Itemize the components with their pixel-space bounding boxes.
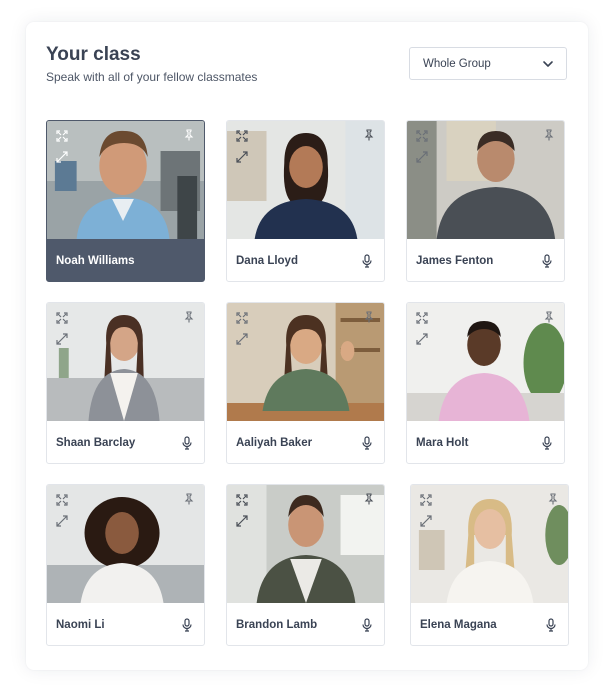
participant-namebar: Shaan Barclay [47,421,204,463]
participant-name: Naomi Li [56,619,105,631]
resize-icon[interactable] [416,151,428,163]
pin-icon[interactable] [363,129,375,141]
pin-icon[interactable] [363,493,375,505]
microphone-icon[interactable] [361,436,373,450]
group-select-value: Whole Group [423,57,491,70]
participant-tile[interactable]: Elena Magana [410,484,569,646]
resize-icon[interactable] [56,151,68,163]
pin-icon[interactable] [183,493,195,505]
participant-name: Brandon Lamb [236,619,318,631]
group-select[interactable]: Whole Group [409,47,567,80]
pin-icon[interactable] [183,129,195,141]
participant-namebar: Dana Lloyd [227,239,384,281]
expand-icon[interactable] [236,312,248,324]
participant-namebar: Noah Williams [47,239,204,281]
expand-icon[interactable] [236,130,248,142]
participant-tile[interactable]: James Fenton [406,120,565,282]
microphone-icon[interactable] [541,254,553,268]
microphone-icon[interactable] [361,618,373,632]
participant-name: Noah Williams [56,255,135,267]
resize-icon[interactable] [416,333,428,345]
participant-video [47,303,204,421]
resize-icon[interactable] [236,515,248,527]
microphone-icon[interactable] [181,436,193,450]
resize-icon[interactable] [236,333,248,345]
resize-icon[interactable] [56,333,68,345]
participant-name: Dana Lloyd [236,255,298,267]
participant-tile[interactable]: Dana Lloyd [226,120,385,282]
participant-namebar: Brandon Lamb [227,603,384,645]
participant-tile[interactable]: Brandon Lamb [226,484,385,646]
expand-icon[interactable] [56,312,68,324]
participant-name: James Fenton [416,255,494,267]
participant-tile[interactable]: Mara Holt [406,302,565,464]
participant-namebar: Naomi Li [47,603,204,645]
participant-tile[interactable]: Aaliyah Baker [226,302,385,464]
participant-video [407,121,564,239]
microphone-icon[interactable] [541,436,553,450]
participant-tile[interactable]: Naomi Li [46,484,205,646]
chevron-down-icon [543,60,553,67]
participant-name: Elena Magana [420,619,497,631]
expand-icon[interactable] [420,494,432,506]
page-title: Your class [46,44,141,65]
participant-namebar: James Fenton [407,239,564,281]
participant-namebar: Aaliyah Baker [227,421,384,463]
pin-icon[interactable] [363,311,375,323]
participant-name: Mara Holt [416,437,469,449]
participant-video [411,485,568,603]
expand-icon[interactable] [56,494,68,506]
participant-video [227,121,384,239]
participant-name: Shaan Barclay [56,437,136,449]
participant-namebar: Mara Holt [407,421,564,463]
microphone-icon[interactable] [361,254,373,268]
expand-icon[interactable] [56,130,68,142]
expand-icon[interactable] [236,494,248,506]
microphone-icon[interactable] [545,618,557,632]
resize-icon[interactable] [236,151,248,163]
participant-video [227,485,384,603]
participant-video [47,485,204,603]
participant-video [227,303,384,421]
resize-icon[interactable] [420,515,432,527]
expand-icon[interactable] [416,130,428,142]
page-subtitle: Speak with all of your fellow classmates [46,70,258,84]
participant-video [47,121,204,239]
participant-tile[interactable]: Noah Williams [46,120,205,282]
participant-video [407,303,564,421]
participant-tile[interactable]: Shaan Barclay [46,302,205,464]
class-panel: Your class Speak with all of your fellow… [26,22,588,670]
microphone-icon[interactable] [181,618,193,632]
participant-namebar: Elena Magana [411,603,568,645]
participant-name: Aaliyah Baker [236,437,313,449]
pin-icon[interactable] [543,311,555,323]
expand-icon[interactable] [416,312,428,324]
resize-icon[interactable] [56,515,68,527]
pin-icon[interactable] [547,493,559,505]
pin-icon[interactable] [183,311,195,323]
pin-icon[interactable] [543,129,555,141]
